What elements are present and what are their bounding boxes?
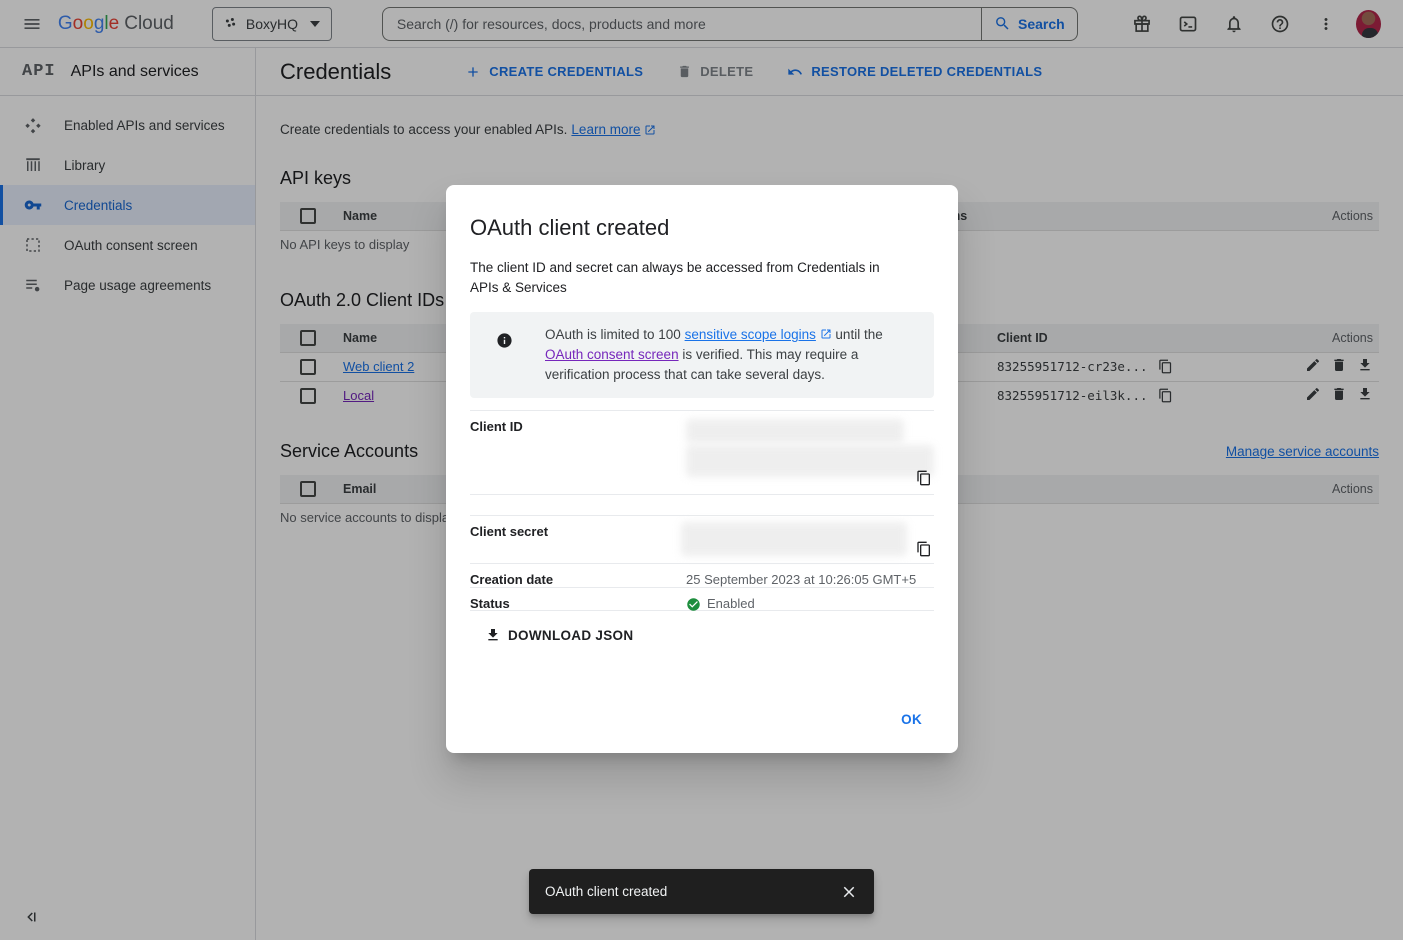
- check-circle-icon: [686, 597, 701, 612]
- status-value: Enabled: [707, 596, 755, 611]
- notice-pre: OAuth is limited to 100: [545, 327, 685, 342]
- snackbar: OAuth client created: [529, 869, 874, 914]
- redacted-client-secret: [681, 522, 907, 556]
- notice-text: OAuth is limited to 100 sensitive scope …: [545, 325, 918, 385]
- client-id-row: Client ID: [470, 410, 934, 494]
- close-icon[interactable]: [840, 883, 858, 901]
- redacted-client-id: [686, 419, 904, 443]
- oauth-consent-screen-link[interactable]: OAuth consent screen: [545, 347, 679, 362]
- copy-icon[interactable]: [916, 470, 932, 486]
- status-row: Status Enabled: [470, 587, 934, 611]
- snackbar-message: OAuth client created: [545, 884, 840, 899]
- ok-button[interactable]: OK: [891, 706, 932, 733]
- info-icon: [496, 332, 513, 349]
- notice-mid: until the: [832, 327, 883, 342]
- verification-notice: OAuth is limited to 100 sensitive scope …: [470, 312, 934, 398]
- status-label: Status: [470, 588, 686, 610]
- field-spacer: [470, 494, 934, 515]
- client-secret-row: Client secret: [470, 515, 934, 563]
- download-json-label: DOWNLOAD JSON: [508, 628, 633, 643]
- download-icon: [485, 627, 501, 643]
- creation-date-label: Creation date: [470, 564, 686, 587]
- sensitive-scope-logins-link[interactable]: sensitive scope logins: [685, 327, 816, 342]
- creation-date-row: Creation date 25 September 2023 at 10:26…: [470, 563, 934, 587]
- oauth-client-created-dialog: OAuth client created The client ID and s…: [446, 185, 958, 753]
- external-link-icon: [820, 328, 832, 340]
- creation-date-value: 25 September 2023 at 10:26:05 GMT+5: [686, 564, 916, 587]
- dialog-title: OAuth client created: [470, 215, 934, 241]
- copy-icon[interactable]: [916, 541, 932, 557]
- dialog-subtitle: The client ID and secret can always be a…: [470, 258, 910, 298]
- client-secret-label: Client secret: [470, 516, 686, 563]
- redacted-client-id: [686, 445, 934, 477]
- download-json-button[interactable]: DOWNLOAD JSON: [483, 623, 635, 647]
- client-id-label: Client ID: [470, 411, 686, 494]
